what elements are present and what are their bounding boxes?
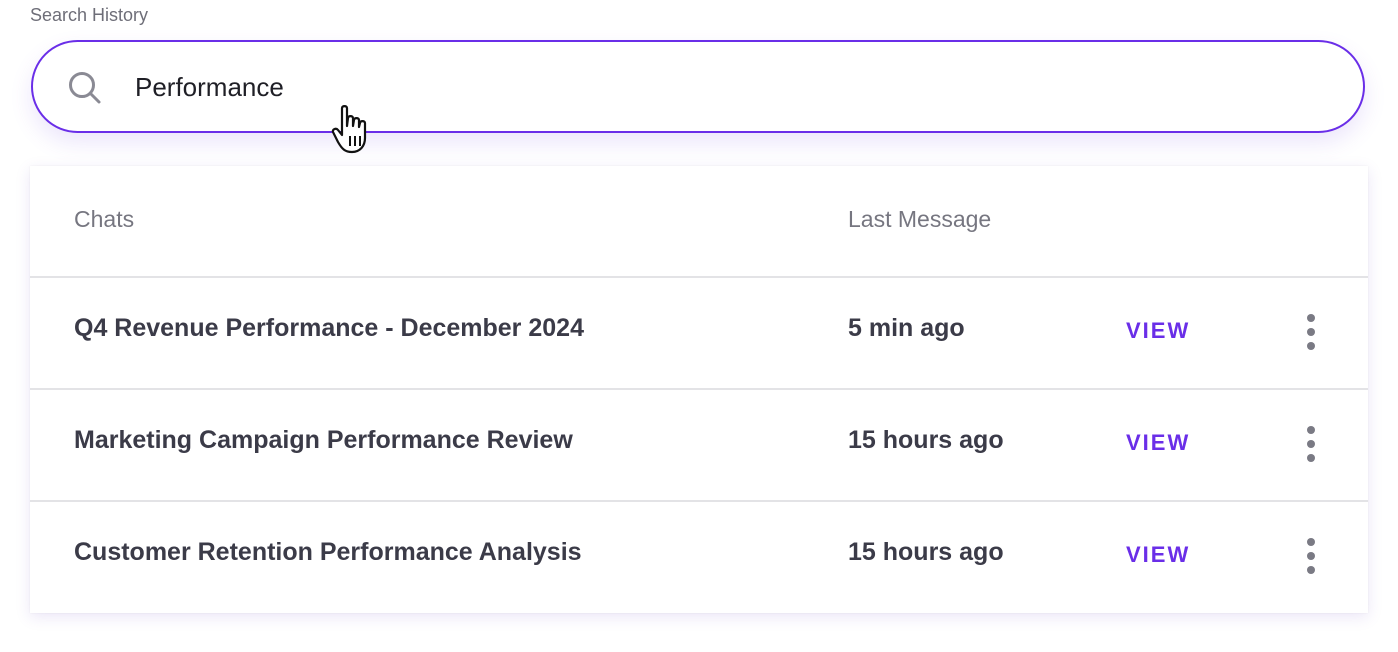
table-row[interactable]: Q4 Revenue Performance - December 2024 5… [30,278,1368,390]
more-options-icon[interactable] [1296,424,1326,468]
search-icon [69,72,101,104]
chat-title: Q4 Revenue Performance - December 2024 [74,314,584,342]
view-button[interactable]: VIEW [1120,420,1196,466]
search-box[interactable] [31,40,1365,133]
column-header-last-message: Last Message [848,206,992,232]
search-input[interactable] [135,64,1315,110]
table-row[interactable]: Customer Retention Performance Analysis … [30,502,1368,612]
view-button[interactable]: VIEW [1120,532,1196,578]
last-message-time: 15 hours ago [848,538,1004,566]
view-button[interactable]: VIEW [1120,308,1196,354]
more-options-icon[interactable] [1296,536,1326,580]
chat-title: Customer Retention Performance Analysis [74,538,582,566]
search-label: Search History [30,5,149,25]
last-message-time: 15 hours ago [848,426,1004,454]
column-header-chats: Chats [74,206,135,232]
more-options-icon[interactable] [1296,312,1326,356]
last-message-time: 5 min ago [848,314,965,342]
chat-title: Marketing Campaign Performance Review [74,426,573,454]
table-header: Chats Last Message [30,166,1368,278]
table-row[interactable]: Marketing Campaign Performance Review 15… [30,390,1368,502]
chat-results-table: Chats Last Message Q4 Revenue Performanc… [30,166,1368,613]
search-history-panel: Search History Chats Last Message Q4 Rev… [0,0,1398,652]
